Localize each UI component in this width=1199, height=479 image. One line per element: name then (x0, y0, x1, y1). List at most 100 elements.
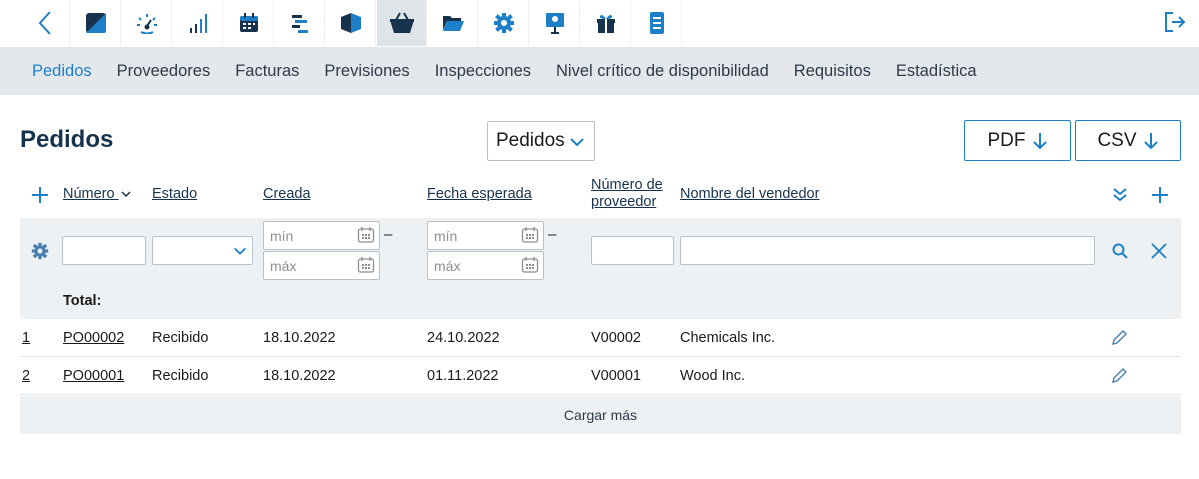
dashboard-gauge-icon (136, 14, 157, 34)
subnav-item-previsiones[interactable]: Previsiones (324, 62, 409, 81)
vendor-name: Chemicals Inc. (680, 330, 776, 346)
clear-filters-button[interactable] (1148, 240, 1170, 262)
double-chevron-down-icon (1113, 188, 1127, 202)
filter-fecha-esperada-min-input[interactable] (427, 221, 544, 250)
app-button-5[interactable] (275, 0, 325, 46)
column-header-numero[interactable]: Número (63, 186, 131, 203)
bar-signal-icon (189, 14, 207, 33)
filter-settings-button[interactable] (30, 241, 50, 261)
app-button-8[interactable] (428, 0, 478, 46)
vendor-name: Wood Inc. (680, 368, 746, 384)
gear-icon (31, 242, 49, 260)
sort-down-icon (121, 191, 131, 198)
app-toolbar (0, 0, 1199, 46)
export-pdf-label: PDF (987, 129, 1026, 151)
gear-icon (493, 13, 514, 33)
filter-nombre-vendedor-input[interactable] (680, 236, 1095, 265)
app-button-11[interactable] (581, 0, 631, 46)
subnav-item-proveedores[interactable]: Proveedores (117, 62, 211, 81)
column-header-numero-proveedor-line1: Número de (591, 177, 663, 193)
filter-creada-min-input[interactable] (263, 221, 380, 250)
expected-date: 24.10.2022 (427, 330, 500, 346)
expand-columns-button[interactable] (1109, 184, 1131, 206)
app-button-3[interactable] (173, 0, 223, 46)
add-row-button[interactable] (30, 185, 50, 205)
column-header-fecha-esperada[interactable]: Fecha esperada (427, 186, 532, 203)
app-button-4[interactable] (224, 0, 274, 46)
pencil-icon (1112, 368, 1127, 383)
subnav-item-estadistica[interactable]: Estadística (896, 62, 977, 81)
app-button-6[interactable] (326, 0, 376, 46)
logout-button[interactable] (1159, 6, 1191, 38)
supplier-number: V00001 (591, 368, 641, 384)
filter-numero-input[interactable] (62, 236, 146, 265)
chevron-down-icon (570, 138, 584, 147)
close-icon (1151, 243, 1167, 259)
export-pdf-button[interactable]: PDF (964, 120, 1071, 161)
add-column-button[interactable] (1150, 185, 1170, 205)
supplier-number: V00002 (591, 330, 641, 346)
column-header-estado[interactable]: Estado (152, 186, 197, 203)
calendar-icon (239, 13, 258, 32)
arrow-down-icon (1143, 132, 1158, 149)
subnav-item-pedidos[interactable]: Pedidos (32, 62, 92, 81)
total-label: Total: (63, 293, 102, 309)
subnav-item-facturas[interactable]: Facturas (235, 62, 299, 81)
created-date: 18.10.2022 (263, 330, 336, 346)
chevron-down-icon (234, 247, 246, 255)
column-header-numero-label: Número (63, 186, 115, 202)
subnav-item-inspecciones[interactable]: Inspecciones (435, 62, 531, 81)
row-index-link[interactable]: 2 (22, 368, 30, 384)
column-header-nombre-vendedor[interactable]: Nombre del vendedor (680, 186, 819, 203)
app-button-1[interactable] (71, 0, 121, 46)
created-date: 18.10.2022 (263, 368, 336, 384)
column-header-creada[interactable]: Creada (263, 186, 311, 203)
arrow-down-icon (1032, 132, 1047, 149)
document-icon (649, 12, 664, 34)
column-header-numero-proveedor[interactable]: Número de proveedor (591, 177, 663, 211)
load-more-button[interactable]: Cargar más (20, 396, 1181, 434)
row-index-link[interactable]: 1 (22, 330, 30, 346)
search-button[interactable] (1109, 240, 1131, 262)
edit-row-button[interactable] (1109, 328, 1129, 348)
search-icon (1112, 243, 1128, 259)
export-csv-label: CSV (1097, 129, 1137, 151)
gantt-list-icon (291, 15, 308, 33)
export-csv-button[interactable]: CSV (1075, 120, 1181, 161)
table-row: 2 PO00001 Recibido 18.10.2022 01.11.2022… (20, 357, 1181, 395)
subnav-item-requisitos[interactable]: Requisitos (794, 62, 871, 81)
view-select[interactable]: Pedidos (487, 121, 595, 161)
plus-icon (32, 187, 48, 203)
filter-fecha-esperada-max-input[interactable] (427, 251, 544, 280)
back-button[interactable] (20, 0, 70, 46)
folder-open-icon (442, 16, 464, 31)
app-button-7[interactable] (377, 0, 427, 46)
order-status: Recibido (152, 330, 209, 346)
app-button-12[interactable] (632, 0, 682, 46)
app-button-10[interactable] (530, 0, 580, 46)
filter-numero-proveedor-input[interactable] (591, 236, 674, 265)
view-select-value: Pedidos (496, 130, 565, 151)
module-subnav: Pedidos Proveedores Facturas Previsiones… (0, 47, 1199, 95)
square-diagonal-icon (85, 13, 106, 33)
app-button-9[interactable] (479, 0, 529, 46)
chevron-left-icon (38, 11, 51, 35)
order-number-link[interactable]: PO00002 (63, 330, 124, 346)
expected-date: 01.11.2022 (427, 368, 499, 384)
order-status: Recibido (152, 368, 209, 384)
order-number-link[interactable]: PO00001 (63, 368, 124, 384)
logout-icon (1165, 12, 1186, 32)
range-dash: – (548, 226, 557, 243)
table-row: 1 PO00002 Recibido 18.10.2022 24.10.2022… (20, 319, 1181, 357)
pencil-icon (1112, 330, 1127, 345)
edit-row-button[interactable] (1109, 366, 1129, 386)
page-title: Pedidos (20, 126, 114, 153)
gift-icon (596, 15, 615, 33)
filter-estado-select[interactable] (152, 236, 253, 265)
column-header-numero-proveedor-line2: proveedor (591, 194, 657, 210)
app-button-2[interactable] (122, 0, 172, 46)
subnav-item-nivel-critico[interactable]: Nivel crítico de disponibilidad (556, 62, 769, 81)
presentation-icon (545, 13, 564, 34)
basket-icon (389, 12, 414, 33)
filter-creada-max-input[interactable] (263, 251, 380, 280)
